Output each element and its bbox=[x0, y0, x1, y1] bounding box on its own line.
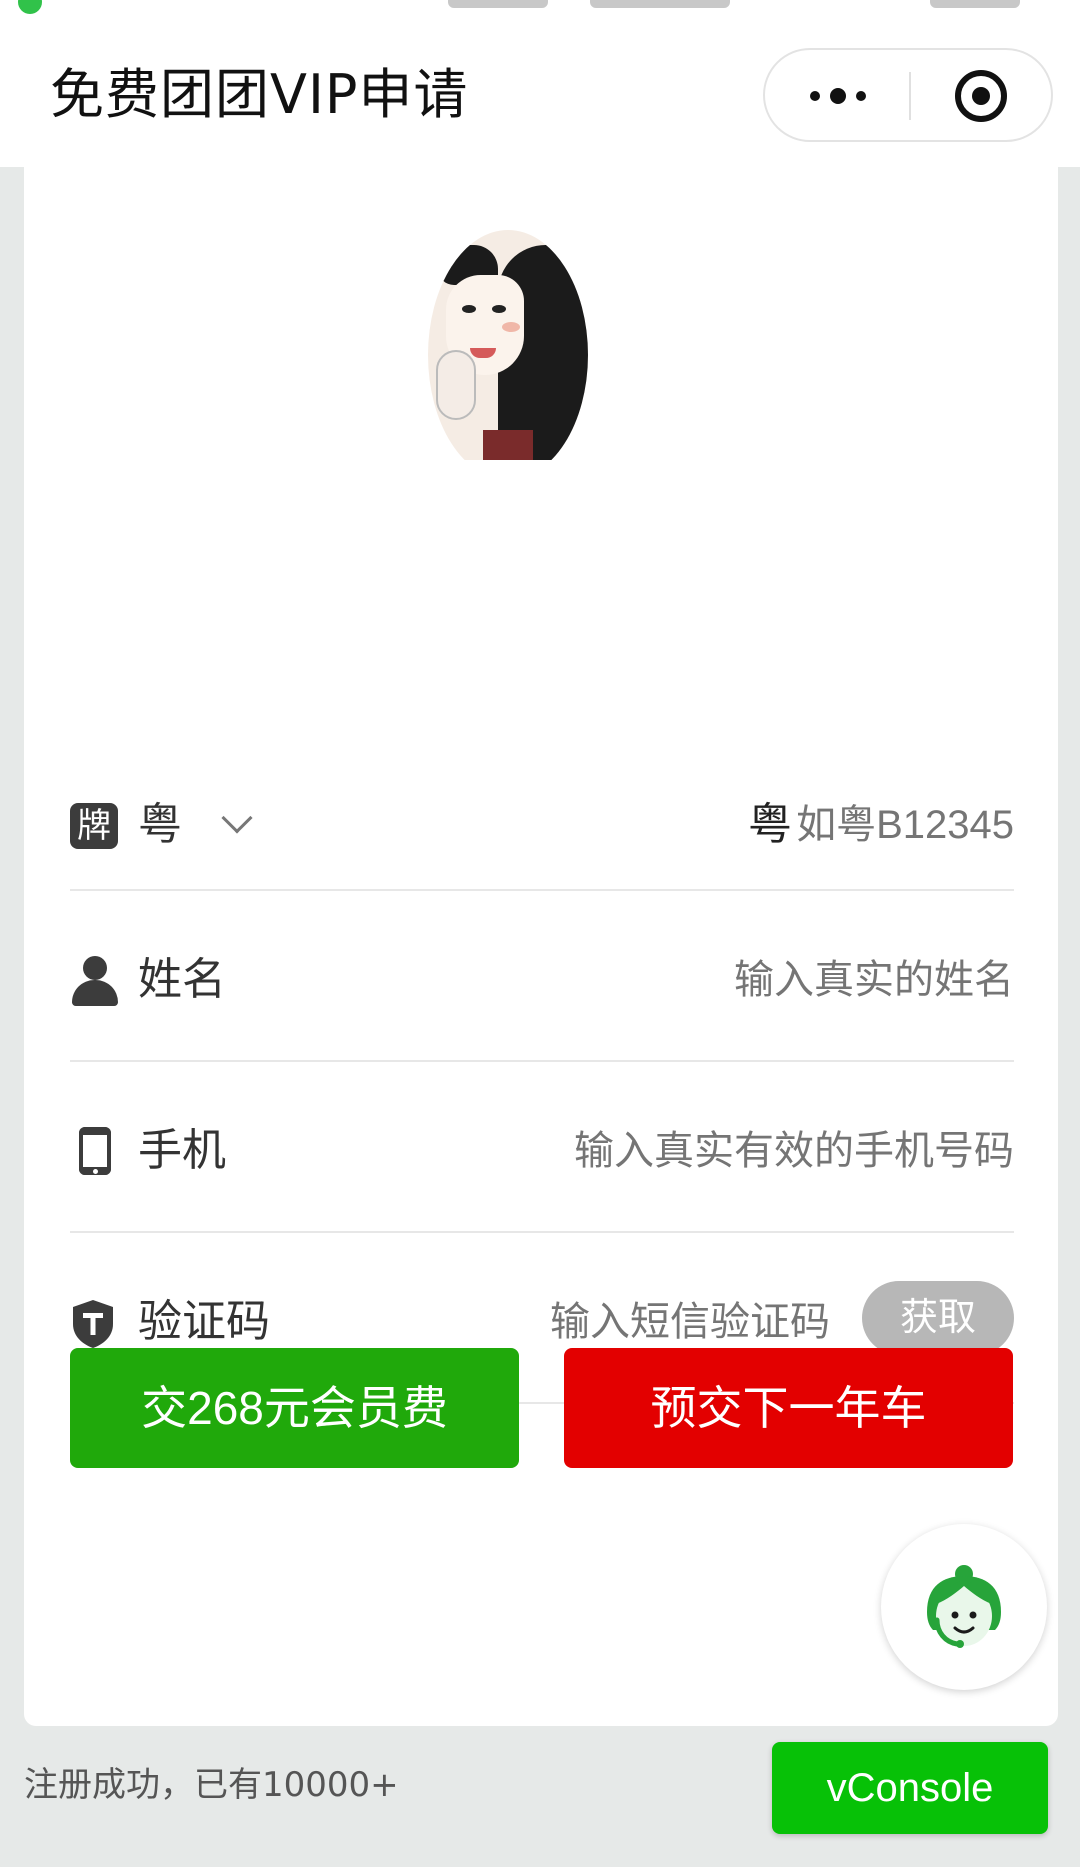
name-input[interactable] bbox=[594, 951, 1014, 1009]
status-battery-icon bbox=[930, 0, 1020, 8]
get-code-button[interactable]: 获取 bbox=[862, 1281, 1014, 1355]
status-bar bbox=[0, 0, 1080, 14]
chevron-down-icon[interactable] bbox=[221, 802, 253, 834]
page-title: 免费团团VIP申请 bbox=[50, 63, 469, 126]
pay-member-fee-button[interactable]: 交268元会员费 bbox=[70, 1348, 519, 1468]
phone-input[interactable] bbox=[494, 1122, 1014, 1180]
nav-bar: 免费团团VIP申请 bbox=[0, 0, 1080, 167]
close-circle-icon[interactable] bbox=[911, 50, 1053, 140]
registration-note: 注册成功，已有10000+ bbox=[24, 1765, 399, 1805]
phone-row: 手机 bbox=[70, 1062, 1014, 1233]
form-card: 牌 粤 粤 姓名 手机 bbox=[24, 160, 1058, 1726]
person-icon bbox=[70, 956, 120, 1006]
province-select[interactable]: 粤 bbox=[138, 796, 182, 854]
prepay-next-year-button[interactable]: 预交下一年车 bbox=[564, 1348, 1013, 1468]
plate-icon: 牌 bbox=[70, 803, 118, 849]
status-indicator-icon bbox=[18, 0, 42, 14]
code-input[interactable] bbox=[510, 1293, 830, 1351]
name-row: 姓名 bbox=[70, 891, 1014, 1062]
status-signal-icon bbox=[590, 0, 730, 8]
phone-icon bbox=[70, 1127, 120, 1177]
avatar-illustration bbox=[428, 230, 588, 460]
more-dots-icon[interactable] bbox=[765, 50, 909, 140]
customer-service-button[interactable] bbox=[881, 1524, 1047, 1690]
avatar bbox=[404, 210, 594, 460]
code-label: 验证码 bbox=[138, 1296, 270, 1347]
capsule-menu bbox=[763, 48, 1053, 142]
phone-label: 手机 bbox=[138, 1125, 226, 1176]
name-label: 姓名 bbox=[138, 954, 226, 1005]
vconsole-button[interactable]: vConsole bbox=[772, 1742, 1048, 1834]
plate-input[interactable] bbox=[784, 796, 1014, 854]
customer-service-icon bbox=[927, 1565, 1001, 1648]
status-time bbox=[448, 0, 548, 8]
apply-form: 牌 粤 粤 姓名 手机 bbox=[70, 720, 1014, 1404]
shield-icon bbox=[70, 1298, 120, 1348]
plate-row: 牌 粤 粤 bbox=[70, 720, 1014, 891]
